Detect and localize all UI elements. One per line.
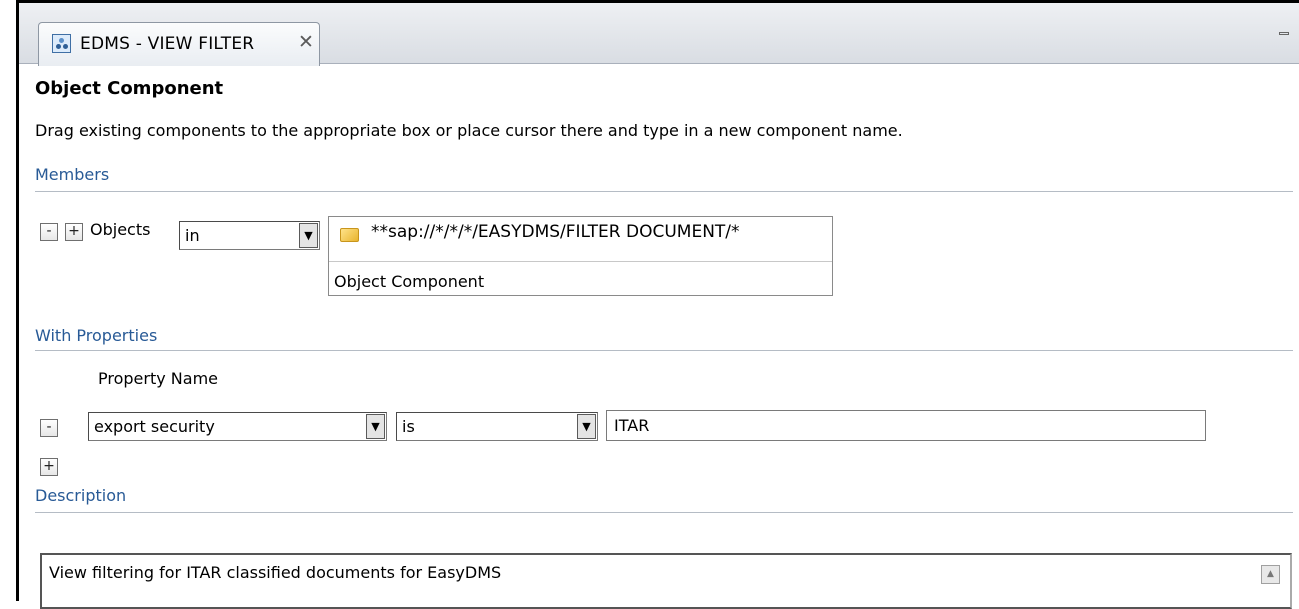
- component-path: **sap://*/*/*/EASYDMS/FILTER DOCUMENT/*: [371, 222, 740, 242]
- property-name-select[interactable]: export security ▼: [88, 412, 387, 441]
- tab-edms-view-filter[interactable]: EDMS - VIEW FILTER ✕: [38, 22, 320, 66]
- object-component-box[interactable]: **sap://*/*/*/EASYDMS/FILTER DOCUMENT/* …: [328, 216, 833, 296]
- chevron-down-icon[interactable]: ▼: [366, 414, 385, 439]
- editor-tab-bar: EDMS - VIEW FILTER ✕: [19, 3, 1299, 66]
- remove-property-button[interactable]: -: [40, 419, 58, 437]
- add-property-button[interactable]: +: [40, 458, 58, 476]
- component-box-divider: [329, 261, 832, 262]
- instructions-text: Drag existing components to the appropri…: [35, 121, 903, 140]
- properties-section-title: With Properties: [35, 326, 158, 345]
- chevron-down-icon[interactable]: ▼: [577, 414, 596, 439]
- tab-title: EDMS - VIEW FILTER: [80, 34, 255, 54]
- view-filter-icon: [52, 34, 71, 53]
- chevron-down-icon[interactable]: ▼: [299, 223, 318, 248]
- minimize-icon[interactable]: [1279, 32, 1289, 35]
- properties-divider: [35, 350, 1293, 351]
- page-title: Object Component: [35, 78, 224, 99]
- description-section-title: Description: [35, 486, 127, 505]
- members-section-title: Members: [35, 165, 110, 184]
- component-type-label: Object Component: [334, 272, 485, 291]
- property-name-header: Property Name: [98, 369, 218, 388]
- description-text: View filtering for ITAR classified docum…: [49, 563, 502, 582]
- property-name-value: export security: [94, 417, 215, 436]
- objects-label: Objects: [90, 220, 151, 239]
- close-icon[interactable]: ✕: [298, 31, 314, 53]
- property-value-text: ITAR: [614, 416, 650, 435]
- property-operator-select[interactable]: is ▼: [396, 412, 598, 441]
- frame-border-left: [16, 0, 19, 601]
- property-operator-value: is: [402, 417, 415, 436]
- members-divider: [35, 191, 1293, 192]
- scroll-up-icon[interactable]: ▲: [1261, 565, 1280, 584]
- remove-member-button[interactable]: -: [40, 223, 58, 241]
- folder-icon: [340, 228, 359, 242]
- objects-operator-value: in: [185, 226, 200, 245]
- description-divider: [35, 512, 1293, 513]
- objects-operator-select[interactable]: in ▼: [179, 221, 320, 250]
- property-value-input[interactable]: ITAR: [606, 410, 1206, 441]
- add-member-button[interactable]: +: [65, 223, 83, 241]
